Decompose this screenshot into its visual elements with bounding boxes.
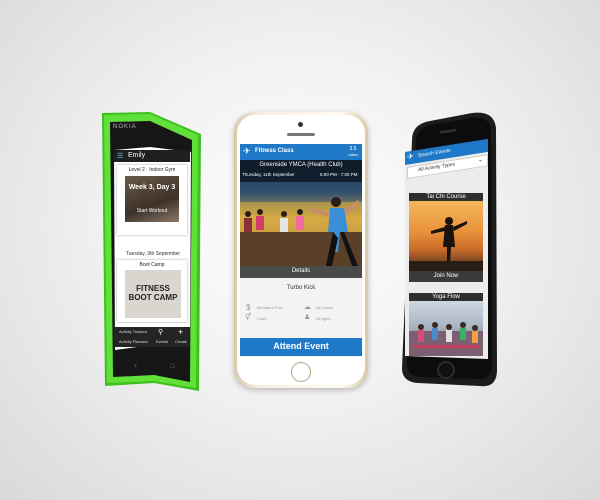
right-phone-body bbox=[402, 112, 497, 387]
join-now-label: Join Now bbox=[433, 273, 459, 279]
yoga-card-image[interactable] bbox=[409, 301, 483, 356]
taichi-title: Tai Chi Course bbox=[426, 194, 466, 200]
taichi-card-header: Tai Chi Course bbox=[409, 193, 483, 201]
taichi-card-image[interactable] bbox=[409, 201, 483, 271]
yoga-card-header: Yoga Flow bbox=[409, 293, 483, 301]
runner-icon: ✈ bbox=[407, 151, 414, 162]
right-phone: ✈ Search Events All Activity Types ⌄ Tai… bbox=[0, 0, 600, 500]
join-now-button[interactable]: Join Now bbox=[409, 271, 483, 282]
taichi-figure bbox=[409, 217, 483, 271]
right-header-title: Search Events bbox=[418, 147, 451, 159]
yoga-class-figures bbox=[409, 322, 483, 356]
yoga-title: Yoga Flow bbox=[432, 294, 460, 300]
chevron-down-icon: ⌄ bbox=[478, 156, 484, 164]
